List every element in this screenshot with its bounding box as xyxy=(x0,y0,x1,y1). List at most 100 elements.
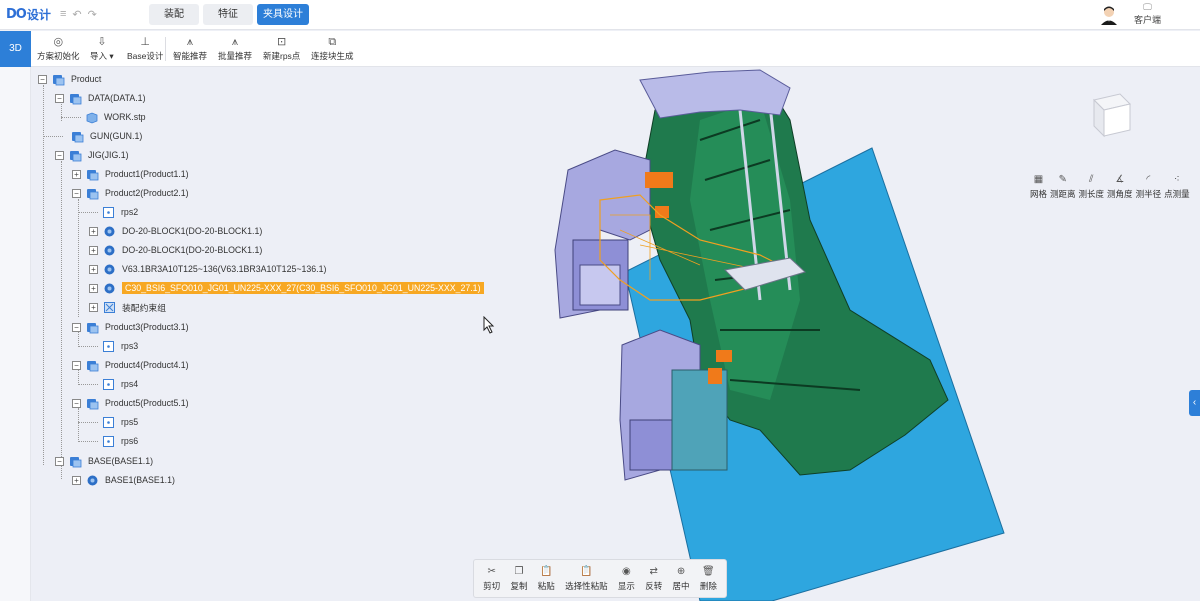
avatar[interactable] xyxy=(1100,5,1118,25)
tree-connector xyxy=(43,85,44,465)
tree-connector xyxy=(78,199,79,317)
assembly-icon xyxy=(87,360,99,371)
tree-node-product2[interactable]: − Product2(Product2.1) xyxy=(72,185,189,201)
assembly-icon xyxy=(70,150,82,161)
connector-block-button[interactable]: ⧉ 连接块生成 xyxy=(311,34,354,62)
tab-fixture-design[interactable]: 夹具设计 xyxy=(257,4,309,25)
expand-toggle[interactable]: + xyxy=(89,302,98,312)
batch-recommend-button[interactable]: ⩚ 批量推荐 xyxy=(218,34,252,62)
collapse-toggle[interactable]: − xyxy=(72,188,81,198)
tree-node-block1-b[interactable]: + DO-20-BLOCK1(DO-20-BLOCK1.1) xyxy=(89,242,262,258)
part-icon xyxy=(86,112,98,123)
measure-length-button[interactable]: ⫽ 测长度 xyxy=(1079,174,1105,200)
top-frame xyxy=(639,69,791,119)
tree-node-constraints[interactable]: + 装配约束组 xyxy=(89,299,166,315)
expand-toggle[interactable]: + xyxy=(89,245,98,255)
collapse-toggle[interactable]: − xyxy=(55,456,64,466)
center-icon: ⊕ xyxy=(676,565,686,577)
tree-node-label: rps6 xyxy=(121,436,139,446)
import-button[interactable]: ⇩ 导入 ▾ xyxy=(90,34,114,62)
tree-node-v63[interactable]: + V63.1BR3A10T125~136(V63.1BR3A10T125~13… xyxy=(89,261,326,277)
grid-button[interactable]: ▦ 网格 xyxy=(1030,174,1047,200)
tree-node-jig[interactable]: − JIG(JIG.1) xyxy=(55,147,129,163)
tree-node-rps2[interactable]: rps2 xyxy=(102,204,138,220)
invert-icon: ⇄ xyxy=(649,565,658,577)
point-measure-button[interactable]: ⁖ 点测量 xyxy=(1164,174,1190,200)
center-button[interactable]: ⊕ 居中 xyxy=(673,566,690,592)
tree-node-product5[interactable]: − Product5(Product5.1) xyxy=(72,395,189,411)
tree-node-label: Product1(Product1.1) xyxy=(105,169,189,179)
tree-node-gun[interactable]: GUN(GUN.1) xyxy=(71,128,142,144)
grid-label: 网格 xyxy=(1030,189,1048,199)
tree-node-rps5[interactable]: rps5 xyxy=(102,414,138,430)
delete-button[interactable]: 🗑 删除 xyxy=(700,566,717,592)
tree-node-c30-selected[interactable]: + C30_BSI6_SFO010_JG01_UN225-XXX_27(C30_… xyxy=(89,280,484,296)
collapse-toggle[interactable]: − xyxy=(55,150,64,160)
client-button[interactable]: 🖵 客户端 xyxy=(1134,2,1161,26)
tree-node-rps4[interactable]: rps4 xyxy=(102,376,138,392)
tree-connector xyxy=(43,136,63,137)
tree-node-base[interactable]: − BASE(BASE1.1) xyxy=(55,453,153,469)
collapse-toggle[interactable]: − xyxy=(72,398,81,408)
copy-button[interactable]: ❐ 复制 xyxy=(510,566,527,592)
gear-icon xyxy=(104,226,115,236)
scissors-icon: ✂ xyxy=(487,565,496,577)
fixture-model-3d[interactable] xyxy=(31,67,1200,601)
tree-node-label: DO-20-BLOCK1(DO-20-BLOCK1.1) xyxy=(122,245,263,255)
viewport-3d[interactable]: ▦ 网格 ✎ 测距离 ⫽ 测长度 ∡ 测角度 ◜ 测半径 ⁖ 点测量 xyxy=(31,67,1200,601)
new-rps-point-button[interactable]: ⊡ 新建rps点 xyxy=(263,34,300,62)
measure-radius-button[interactable]: ◜ 测半径 xyxy=(1136,174,1162,200)
show-button[interactable]: ◉ 显示 xyxy=(618,566,635,592)
base-design-button[interactable]: ⊥ Base设计 xyxy=(127,34,163,62)
tree-node-product3[interactable]: − Product3(Product3.1) xyxy=(72,319,189,335)
expand-toggle[interactable]: + xyxy=(89,283,98,293)
expand-toggle[interactable]: + xyxy=(89,226,98,236)
undo-icon[interactable]: ↶ xyxy=(72,8,81,21)
tree-node-block1-a[interactable]: + DO-20-BLOCK1(DO-20-BLOCK1.1) xyxy=(89,223,262,239)
expand-toggle[interactable]: + xyxy=(72,169,81,179)
cut-button[interactable]: ✂ 剪切 xyxy=(483,566,500,592)
expand-toggle[interactable]: + xyxy=(72,475,81,485)
smart-recommend-button[interactable]: ⩚ 智能推荐 xyxy=(173,34,207,62)
redo-icon[interactable]: ↷ xyxy=(88,8,97,21)
paste-special-button[interactable]: 📋 选择性粘贴 xyxy=(565,566,608,592)
connector-block-label: 连接块生成 xyxy=(311,51,354,61)
tree-node-rps3[interactable]: rps3 xyxy=(102,338,138,354)
paste-button[interactable]: 📋 粘贴 xyxy=(538,566,555,592)
collapse-toggle[interactable]: − xyxy=(72,360,81,370)
menu-icon[interactable]: ≡ xyxy=(60,8,66,21)
tree-node-product1[interactable]: + Product1(Product1.1) xyxy=(72,166,189,182)
tree-node-data[interactable]: − DATA(DATA.1) xyxy=(55,90,146,106)
toolbar-divider xyxy=(165,37,166,61)
invert-button[interactable]: ⇄ 反转 xyxy=(645,566,662,592)
edit-toolbar: ✂ 剪切 ❐ 复制 📋 粘贴 📋 选择性粘贴 ◉ 显示 ⇄ 反转 ⊕ 居中 🗑 删除 xyxy=(473,559,727,598)
batch-recommend-label: 批量推荐 xyxy=(218,51,253,61)
tree-node-rps6[interactable]: rps6 xyxy=(102,433,138,449)
collapse-toggle[interactable]: − xyxy=(72,322,81,332)
view-cube[interactable] xyxy=(1090,90,1134,140)
mode-3d-button[interactable]: 3D xyxy=(0,31,31,67)
tree-node-product[interactable]: − Product xyxy=(38,71,101,87)
tab-assembly[interactable]: 装配 xyxy=(149,4,199,25)
tree-connector xyxy=(61,117,81,118)
collapse-toggle[interactable]: − xyxy=(38,74,47,84)
tree-node-product4[interactable]: − Product4(Product4.1) xyxy=(72,357,189,373)
measure-angle-button[interactable]: ∡ 测角度 xyxy=(1107,174,1133,200)
orange-highlight xyxy=(645,172,673,188)
tab-feature[interactable]: 特征 xyxy=(203,4,253,25)
tree-node-label: rps4 xyxy=(121,379,139,389)
collapse-panel-tab[interactable]: ‹ xyxy=(1189,390,1200,416)
measure-distance-button[interactable]: ✎ 测距离 xyxy=(1050,174,1076,200)
tree-node-label: Product3(Product3.1) xyxy=(105,322,189,332)
expand-toggle[interactable]: + xyxy=(89,264,98,274)
collapse-toggle[interactable]: − xyxy=(55,93,64,103)
init-scheme-button[interactable]: ◎ 方案初始化 xyxy=(37,34,80,62)
base-design-label: Base设计 xyxy=(127,51,164,61)
tree-connector xyxy=(78,422,98,423)
eye-icon: ◉ xyxy=(622,565,631,577)
rps-icon xyxy=(103,435,114,447)
paste-label: 粘贴 xyxy=(537,580,555,591)
tree-node-base1[interactable]: + BASE1(BASE1.1) xyxy=(72,472,175,488)
tree-node-work-stp[interactable]: WORK.stp xyxy=(85,109,146,125)
block-icon: ⧉ xyxy=(328,36,337,48)
